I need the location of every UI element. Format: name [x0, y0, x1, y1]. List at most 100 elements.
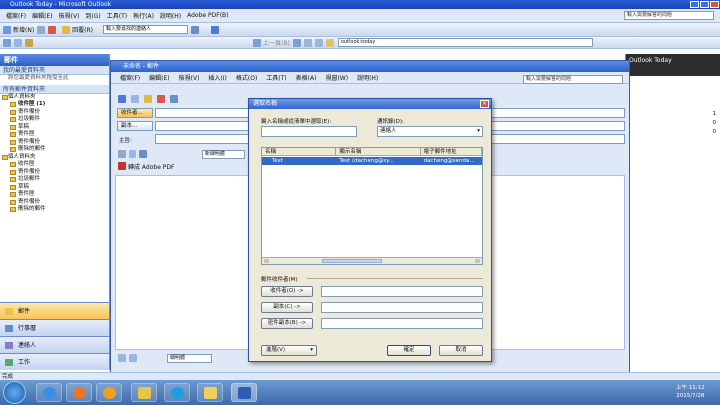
- folder-sent-1[interactable]: 寄件備份: [0, 109, 109, 117]
- reply-button[interactable]: 回覆(R): [72, 25, 93, 34]
- taskbar-firefox[interactable]: [66, 383, 92, 402]
- folder-deleted-1[interactable]: 刪除的郵件: [0, 146, 109, 154]
- msg-help-search-input[interactable]: 輸入需要解答的問題: [523, 75, 623, 84]
- nav-button-mail[interactable]: 郵件: [0, 302, 109, 319]
- menu-actions[interactable]: 執行(A): [133, 11, 154, 20]
- menu-help[interactable]: 說明(H): [160, 11, 181, 20]
- to-recipient-button[interactable]: 收件者(O) ->: [261, 286, 313, 297]
- stop-icon[interactable]: [303, 38, 312, 47]
- taskbar-notes[interactable]: [197, 383, 223, 402]
- dialog-close-icon[interactable]: ×: [480, 100, 489, 108]
- msg-menu-insert[interactable]: 插入(I): [208, 73, 226, 82]
- address-book-icon[interactable]: [191, 25, 200, 34]
- folder-deleted-2[interactable]: 刪除的郵件: [0, 206, 109, 214]
- folder-sent-2[interactable]: 寄件備份: [0, 169, 109, 177]
- cancel-button[interactable]: 取消: [439, 345, 483, 356]
- to-button[interactable]: 收件者...: [117, 108, 153, 118]
- bcc-recipient-button[interactable]: 密件副本(B) ->: [261, 318, 313, 329]
- new-icon[interactable]: [3, 25, 11, 34]
- msg-menu-tools[interactable]: 工具(T): [266, 73, 286, 82]
- bcc-recipient-field[interactable]: [321, 318, 483, 329]
- adobe-pdf-icon[interactable]: [118, 162, 126, 170]
- home-icon[interactable]: [325, 38, 334, 47]
- msg-menu-format[interactable]: 格式(O): [236, 73, 257, 82]
- col-name[interactable]: 名稱: [262, 148, 337, 155]
- msg-menu-help[interactable]: 說明(H): [357, 73, 378, 82]
- send-icon[interactable]: [118, 95, 126, 103]
- tool-icon[interactable]: [3, 38, 11, 47]
- menu-adobe[interactable]: Adobe PDF(B): [187, 12, 228, 19]
- menu-edit[interactable]: 編輯(E): [32, 11, 52, 20]
- maximize-icon[interactable]: [700, 1, 709, 8]
- forward-icon[interactable]: [292, 38, 301, 47]
- address-book-icon[interactable]: [130, 95, 139, 103]
- advanced-button[interactable]: 進階(V) ▾: [261, 345, 317, 356]
- cc-recipient-field[interactable]: [321, 302, 483, 313]
- tool-icon[interactable]: [14, 38, 22, 47]
- folder-personal-2[interactable]: 個人資料夾: [0, 154, 109, 162]
- msg-menu-file[interactable]: 檔案(F): [120, 73, 140, 82]
- folder-inbox-2[interactable]: 收件匣: [0, 161, 109, 169]
- scroll-thumb[interactable]: [322, 259, 382, 263]
- menu-tools[interactable]: 工具(T): [107, 11, 127, 20]
- menu-view[interactable]: 檢視(V): [59, 11, 80, 20]
- minimize-icon[interactable]: [690, 1, 699, 8]
- clock[interactable]: 上午 11:12 2015/7/28: [676, 384, 705, 400]
- start-button[interactable]: [3, 381, 26, 404]
- list-horizontal-scrollbar[interactable]: [262, 257, 482, 264]
- folder-drafts-1[interactable]: 草稿: [0, 124, 109, 132]
- folder-sentitems-1[interactable]: 寄件備份: [0, 139, 109, 147]
- print-icon[interactable]: [37, 25, 46, 34]
- back-button[interactable]: 上一頁(B): [263, 38, 290, 47]
- reply-icon[interactable]: [62, 25, 71, 34]
- new-button[interactable]: 新增(N): [13, 25, 34, 34]
- close-icon[interactable]: [710, 1, 719, 8]
- delete-icon[interactable]: [48, 25, 57, 34]
- nav-button-tasks[interactable]: 工作: [0, 353, 109, 370]
- scroll-left-icon[interactable]: [264, 259, 269, 263]
- type-name-input[interactable]: [261, 126, 357, 137]
- help-search-input[interactable]: 輸入需要解答的問題: [624, 11, 714, 20]
- folder-outbox-2[interactable]: 寄件匣: [0, 191, 109, 199]
- adobe-pdf-button[interactable]: 轉成 Adobe PDF: [128, 162, 174, 171]
- options-icon[interactable]: [169, 95, 178, 103]
- refresh-icon[interactable]: [314, 38, 323, 47]
- tool-icon[interactable]: [25, 38, 33, 47]
- importance-icon[interactable]: [156, 95, 165, 103]
- to-recipient-field[interactable]: [321, 286, 483, 297]
- print-icon[interactable]: [128, 150, 137, 158]
- draw-icon[interactable]: [118, 354, 126, 362]
- attach-icon[interactable]: [139, 150, 147, 158]
- font-name-select[interactable]: 新細明體: [201, 149, 245, 159]
- taskbar-skype[interactable]: [164, 383, 190, 402]
- folder-junk-2[interactable]: 垃圾郵件: [0, 176, 109, 184]
- msg-menu-edit[interactable]: 編輯(E): [149, 73, 169, 82]
- scroll-right-icon[interactable]: [475, 259, 480, 263]
- cc-recipient-button[interactable]: 副本(C) ->: [261, 302, 313, 313]
- attach-icon[interactable]: [143, 95, 152, 103]
- msg-menu-table[interactable]: 表格(A): [296, 73, 317, 82]
- save-icon[interactable]: [118, 150, 126, 158]
- col-display-name[interactable]: 顯示名稱: [336, 148, 421, 155]
- nav-button-calendar[interactable]: 行事曆: [0, 319, 109, 336]
- folder-drafts-2[interactable]: 草稿: [0, 184, 109, 192]
- menu-file[interactable]: 檔案(F): [6, 11, 26, 20]
- folder-personal-1[interactable]: 個人資料夾: [0, 94, 109, 102]
- bottom-font-select[interactable]: 細明體: [167, 353, 212, 363]
- favorites-header[interactable]: 我的最愛資料夾: [0, 66, 109, 75]
- menu-go[interactable]: 到(G): [85, 11, 100, 20]
- find-contact-input[interactable]: 輸入要尋找的連絡人: [103, 25, 189, 34]
- taskbar-word[interactable]: [231, 383, 257, 402]
- back-icon[interactable]: [253, 38, 261, 47]
- msg-menu-window[interactable]: 視窗(W): [325, 73, 348, 82]
- taskbar-explorer[interactable]: [131, 383, 157, 402]
- help-icon[interactable]: [211, 25, 220, 34]
- msg-menu-view[interactable]: 檢視(V): [179, 73, 200, 82]
- taskbar-media[interactable]: [96, 383, 122, 402]
- list-item[interactable]: Test Test (dacheng@sy... dacheng@senda..…: [262, 157, 482, 165]
- col-email[interactable]: 電子郵件地址: [421, 148, 482, 155]
- address-input[interactable]: outlook:today: [337, 38, 593, 47]
- nav-button-contacts[interactable]: 連絡人: [0, 336, 109, 353]
- ok-button[interactable]: 確定: [387, 345, 431, 356]
- chevron-down-icon[interactable]: ▾: [477, 127, 480, 136]
